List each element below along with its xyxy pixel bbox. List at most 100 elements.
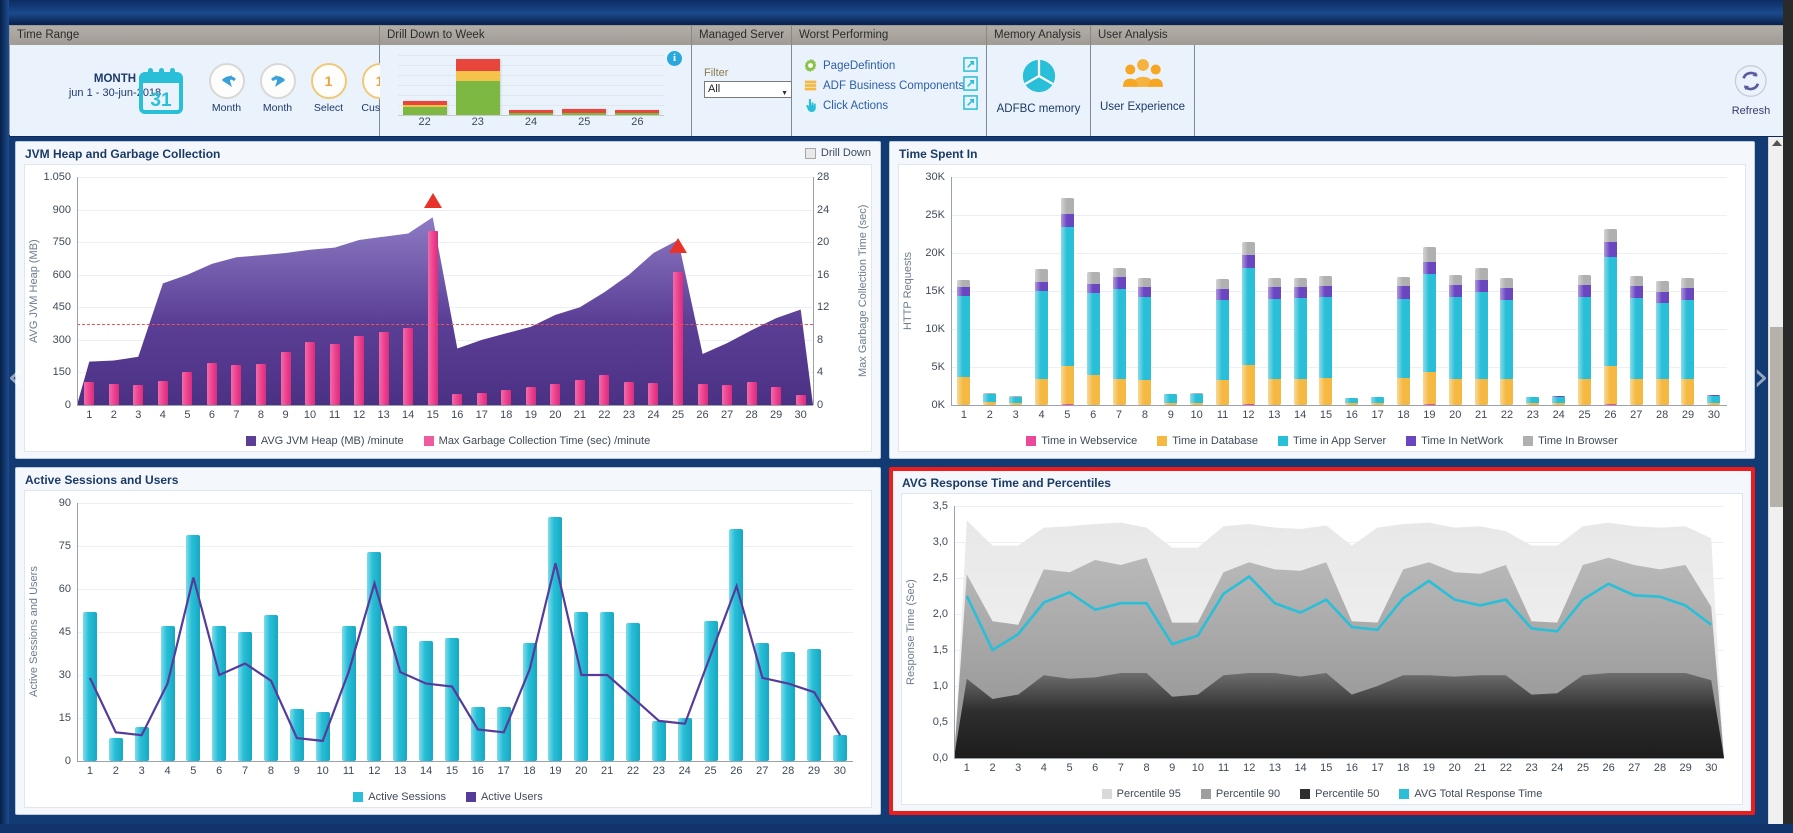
bar-column[interactable] xyxy=(1468,177,1494,405)
bar-column[interactable] xyxy=(1313,177,1339,405)
bar-column[interactable] xyxy=(1623,177,1649,405)
legend-item[interactable]: Time In Browser xyxy=(1523,435,1618,447)
legend-item[interactable]: Percentile 95 xyxy=(1101,788,1181,800)
bar-column[interactable] xyxy=(371,177,396,405)
gc-bar[interactable] xyxy=(501,390,512,405)
stacked-bar[interactable] xyxy=(1241,241,1255,405)
gc-bar[interactable] xyxy=(206,363,217,405)
drill-down-checkbox[interactable]: Drill Down xyxy=(804,147,871,159)
bar-column[interactable] xyxy=(322,177,347,405)
bar-column[interactable] xyxy=(102,177,127,405)
stacked-bar[interactable] xyxy=(1422,247,1436,405)
vertical-scrollbar[interactable] xyxy=(1768,137,1783,824)
gc-time-bars[interactable] xyxy=(77,177,813,405)
bar-column[interactable] xyxy=(1210,177,1236,405)
stacked-bar[interactable] xyxy=(1216,279,1230,405)
gc-bar[interactable] xyxy=(280,352,291,405)
bar-column[interactable] xyxy=(1339,177,1365,405)
plot-area[interactable] xyxy=(954,506,1724,758)
calendar-icon[interactable]: 31 xyxy=(138,67,184,120)
stacked-bar[interactable] xyxy=(1293,277,1307,405)
bar-column[interactable] xyxy=(1597,177,1623,405)
bar-column[interactable] xyxy=(1287,177,1313,405)
next-month-button[interactable]: Month xyxy=(256,63,299,114)
stacked-bar[interactable] xyxy=(1681,278,1695,405)
gc-bar[interactable] xyxy=(795,394,806,405)
bar-column[interactable] xyxy=(126,177,151,405)
mini-bar-column[interactable] xyxy=(558,55,611,115)
expand-icon[interactable] xyxy=(963,76,978,91)
stacked-bar[interactable] xyxy=(1112,268,1126,405)
bar-column[interactable] xyxy=(347,177,372,405)
bar-column[interactable] xyxy=(1572,177,1598,405)
stacked-bars[interactable] xyxy=(951,177,1727,405)
chart-legend[interactable]: Time in Webservice Time in Database Time i… xyxy=(899,435,1745,447)
stacked-bar[interactable] xyxy=(1060,198,1074,405)
mini-bar[interactable] xyxy=(455,59,500,115)
stacked-bar[interactable] xyxy=(1448,275,1462,405)
bar-column[interactable] xyxy=(1106,177,1132,405)
chart-time-spent[interactable]: HTTP Requests 0K 5K 10K 15K 20K 25K 30K 1 2 3 4 5 6 7 8… xyxy=(899,165,1745,451)
nav-right-arrow[interactable]: › xyxy=(1753,357,1769,397)
stacked-bar[interactable] xyxy=(1474,268,1488,405)
bar-column[interactable] xyxy=(1003,177,1029,405)
memory-analysis-panel[interactable]: ADFBC memory xyxy=(987,45,1091,136)
chart-response-time[interactable]: Response Time (Sec) 0,0 0,5 1,0 1,5 2,0 2,5 3,0… xyxy=(902,494,1742,804)
stacked-bar[interactable] xyxy=(1035,269,1048,405)
bar-column[interactable] xyxy=(977,177,1003,405)
stacked-bar[interactable] xyxy=(1500,278,1514,405)
gc-bar[interactable] xyxy=(525,386,536,405)
bar-column[interactable] xyxy=(1701,177,1727,405)
stacked-bar[interactable] xyxy=(1009,396,1023,405)
drill-down-mini-chart[interactable]: 22 23 24 25 26 xyxy=(388,53,668,129)
gc-bar[interactable] xyxy=(746,382,757,405)
bar-column[interactable] xyxy=(494,177,519,405)
chart-legend[interactable]: AVG JVM Heap (MB) /minute Max Garbage Col… xyxy=(25,435,871,447)
checkbox-box[interactable] xyxy=(804,147,816,159)
gc-bar[interactable] xyxy=(354,335,365,405)
gc-bar[interactable] xyxy=(599,374,610,405)
mini-bar-column[interactable] xyxy=(398,55,451,115)
worst-performing-expand-buttons[interactable] xyxy=(963,57,978,114)
mini-bar-column[interactable] xyxy=(611,55,664,115)
plot-area[interactable] xyxy=(951,177,1727,405)
stacked-bar[interactable] xyxy=(957,279,971,405)
chart-legend[interactable]: Active Sessions Active Users xyxy=(25,791,871,803)
gc-bar[interactable] xyxy=(403,328,414,405)
stacked-bar[interactable] xyxy=(1578,275,1592,405)
bar-column[interactable] xyxy=(543,177,568,405)
info-icon[interactable]: i xyxy=(667,51,682,66)
bar-column[interactable] xyxy=(617,177,642,405)
gc-bar[interactable] xyxy=(255,363,266,405)
bar-column[interactable] xyxy=(1054,177,1080,405)
user-analysis-panel[interactable]: User Experience xyxy=(1091,45,1195,136)
expand-icon[interactable] xyxy=(963,95,978,110)
bar-column[interactable] xyxy=(1416,177,1442,405)
bar-column[interactable] xyxy=(77,177,102,405)
chart-active-sessions[interactable]: Active Sessions and Users 0 15 30 45 60 75 90 1 2… xyxy=(25,491,871,807)
refresh-button[interactable]: Refresh xyxy=(1732,63,1770,117)
legend-item[interactable]: Max Garbage Collection Time (sec) /minut… xyxy=(423,435,650,447)
bar-column[interactable] xyxy=(445,177,470,405)
bar-column[interactable] xyxy=(788,177,813,405)
bar-column[interactable] xyxy=(568,177,593,405)
gc-bar[interactable] xyxy=(157,381,168,405)
plot-area[interactable] xyxy=(77,177,813,405)
mini-chart-bars[interactable] xyxy=(398,55,664,115)
plot-area[interactable] xyxy=(77,503,853,761)
stacked-bar[interactable] xyxy=(1164,393,1178,405)
bar-column[interactable] xyxy=(641,177,666,405)
legend-item[interactable]: Percentile 50 xyxy=(1300,788,1379,800)
mini-bar-column[interactable] xyxy=(504,55,557,115)
bar-column[interactable] xyxy=(1261,177,1287,405)
gc-bar[interactable] xyxy=(182,372,193,405)
select-period-button[interactable]: 1 Select xyxy=(307,63,350,114)
legend-item[interactable]: Time in App Server xyxy=(1278,435,1386,447)
bar-column[interactable] xyxy=(1546,177,1572,405)
gc-bar[interactable] xyxy=(722,385,733,405)
gc-bar[interactable] xyxy=(574,379,585,405)
bar-column[interactable] xyxy=(1391,177,1417,405)
gc-bar[interactable] xyxy=(697,384,708,405)
bar-column[interactable] xyxy=(175,177,200,405)
bar-column[interactable] xyxy=(1029,177,1055,405)
